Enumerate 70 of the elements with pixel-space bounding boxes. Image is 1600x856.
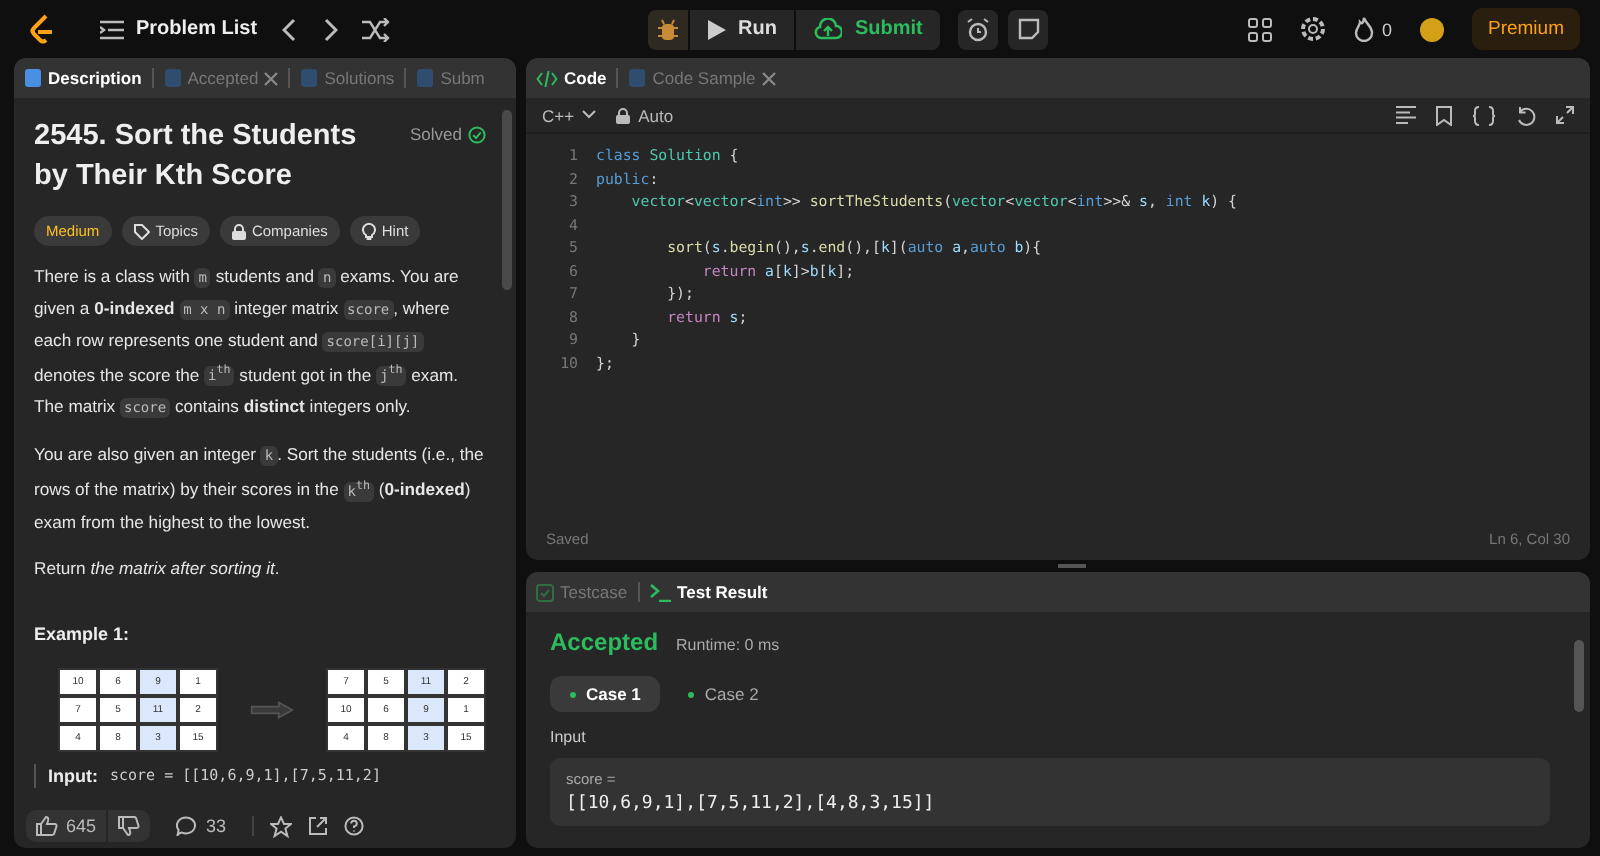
tag-icon <box>133 223 150 239</box>
scrollbar[interactable] <box>502 110 512 290</box>
tab-icon <box>416 68 435 88</box>
note-button[interactable] <box>1008 9 1049 49</box>
run-button[interactable]: Run <box>690 9 795 49</box>
solved-label: Solved <box>410 124 462 144</box>
shuffle-icon[interactable] <box>361 17 390 41</box>
streak-count: 0 <box>1381 19 1392 39</box>
tab-icon <box>628 68 647 88</box>
thumbs-up-icon <box>36 816 58 836</box>
panel-tab[interactable]: Description <box>24 68 142 88</box>
debug-button[interactable] <box>648 9 688 49</box>
tab-icon <box>300 68 319 88</box>
example-heading: Example 1: <box>34 623 132 644</box>
settings-icon[interactable] <box>1299 16 1326 42</box>
checkbox-icon <box>536 583 554 601</box>
lightbulb-icon <box>361 222 376 240</box>
comments-button[interactable]: 33 <box>166 810 237 842</box>
note-icon <box>1017 18 1040 40</box>
like-button[interactable]: 645 <box>26 810 107 842</box>
bug-icon <box>656 17 680 41</box>
avatar[interactable] <box>1419 17 1444 41</box>
lock-icon <box>231 223 246 239</box>
problem-list-button[interactable]: Problem List <box>100 18 258 40</box>
input-label: Input: <box>48 763 98 788</box>
language-dropdown[interactable]: C++ <box>542 105 597 125</box>
terminal-icon <box>649 583 672 601</box>
case-tab[interactable]: Case 1 <box>550 676 661 712</box>
input-heading: Input <box>550 728 588 746</box>
alarm-clock-button[interactable] <box>958 9 999 49</box>
flame-icon[interactable] <box>1353 16 1374 42</box>
premium-button[interactable]: Premium <box>1471 8 1580 50</box>
share-icon[interactable] <box>308 816 329 836</box>
thumbs-down-icon <box>118 816 141 836</box>
runtime-label: Runtime: 0 ms <box>676 636 780 654</box>
problem-title: 2545. Sort the Students by Their Kth Score <box>34 118 359 196</box>
tab-icon <box>24 68 42 88</box>
close-icon[interactable] <box>264 71 279 85</box>
expand-icon[interactable] <box>1556 106 1574 124</box>
logo-icon[interactable] <box>28 13 56 45</box>
lock-icon <box>616 107 631 123</box>
case-tab[interactable]: Case 2 <box>668 676 779 712</box>
panel-tab[interactable]: Test Result <box>649 582 768 602</box>
star-icon[interactable] <box>270 815 293 837</box>
undo-icon[interactable] <box>1516 105 1536 125</box>
code-icon <box>536 69 558 87</box>
description-paragraph: Return the matrix after sorting it. <box>34 555 282 582</box>
panel-tab[interactable]: Code <box>536 68 607 88</box>
play-icon <box>708 19 726 39</box>
close-icon[interactable] <box>761 71 776 85</box>
chevron-down-icon <box>582 110 597 120</box>
arrow-icon <box>250 699 294 720</box>
list-icon <box>100 19 124 39</box>
verdict-label: Accepted <box>550 628 659 656</box>
check-circle-icon <box>468 125 486 143</box>
cloud-upload-icon <box>814 18 843 40</box>
submit-button[interactable]: Submit <box>796 9 941 49</box>
comment-icon <box>176 816 199 836</box>
scrollbar[interactable] <box>1574 640 1584 712</box>
tab-icon <box>163 68 182 88</box>
chevron-left-icon[interactable] <box>281 17 298 41</box>
help-icon[interactable] <box>344 816 365 836</box>
chevron-right-icon[interactable] <box>321 17 338 41</box>
alarm-clock-icon <box>966 17 991 41</box>
bookmark-icon[interactable] <box>1436 105 1452 125</box>
grid-icon[interactable] <box>1247 17 1272 41</box>
mode-label: Auto <box>638 105 674 125</box>
format-icon[interactable] <box>1396 106 1416 124</box>
braces-icon[interactable] <box>1472 105 1496 125</box>
variable-value: [[10,6,9,1],[7,5,11,2],[4,8,3,15]] <box>566 794 937 814</box>
